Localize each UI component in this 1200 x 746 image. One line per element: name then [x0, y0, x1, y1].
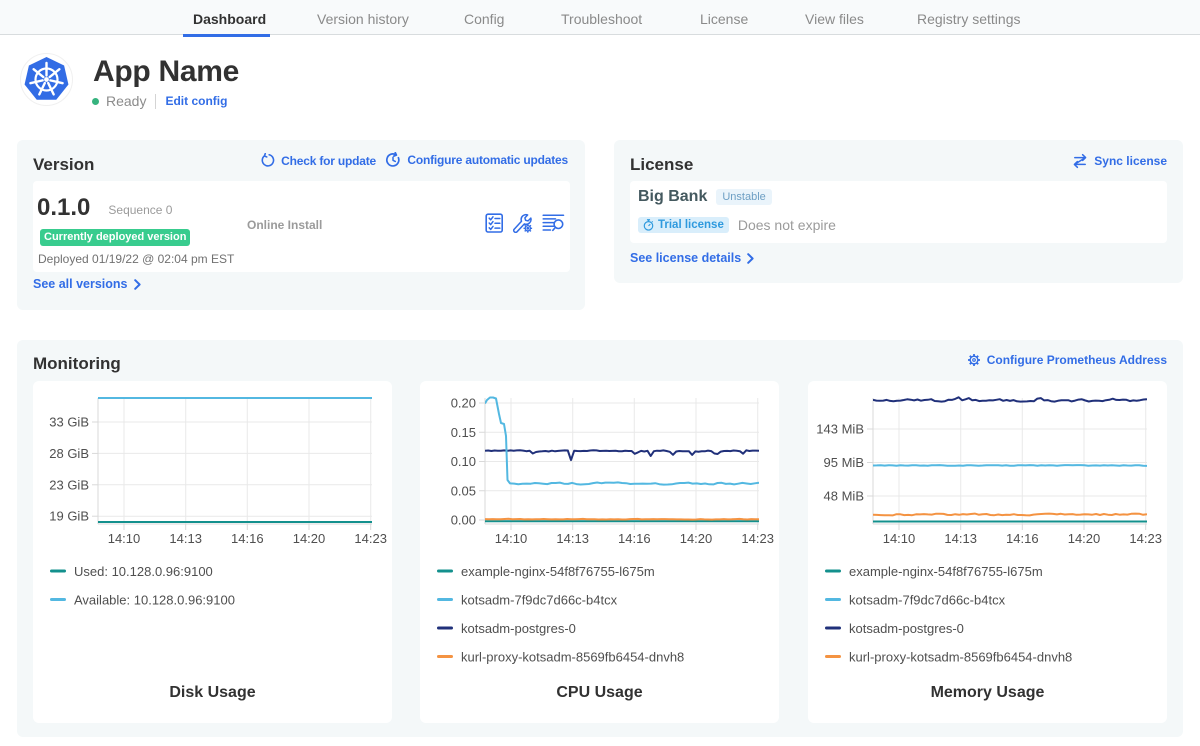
svg-text:23 GiB: 23 GiB [49, 477, 89, 492]
svg-text:48 MiB: 48 MiB [824, 489, 864, 504]
svg-text:19 GiB: 19 GiB [49, 509, 89, 524]
svg-text:0.15: 0.15 [451, 425, 476, 440]
svg-text:kurl-proxy-kotsadm-8569fb6454-: kurl-proxy-kotsadm-8569fb6454-dnvh8 [461, 650, 684, 665]
svg-text:kotsadm-postgres-0: kotsadm-postgres-0 [461, 621, 576, 636]
svg-text:kotsadm-postgres-0: kotsadm-postgres-0 [849, 621, 964, 636]
svg-text:33 GiB: 33 GiB [49, 415, 89, 430]
svg-text:Available: 10.128.0.96:9100: Available: 10.128.0.96:9100 [74, 593, 235, 608]
svg-text:14:20: 14:20 [1068, 531, 1101, 546]
svg-text:Disk Usage: Disk Usage [169, 684, 255, 701]
svg-text:0.00: 0.00 [451, 513, 476, 528]
svg-text:14:20: 14:20 [680, 531, 713, 546]
svg-text:kurl-proxy-kotsadm-8569fb6454-: kurl-proxy-kotsadm-8569fb6454-dnvh8 [849, 650, 1072, 665]
svg-text:143 MiB: 143 MiB [816, 422, 864, 437]
svg-text:14:23: 14:23 [1129, 531, 1162, 546]
svg-text:kotsadm-7f9dc7d66c-b4tcx: kotsadm-7f9dc7d66c-b4tcx [849, 593, 1006, 608]
svg-text:14:23: 14:23 [354, 531, 387, 546]
svg-text:14:16: 14:16 [231, 531, 264, 546]
svg-text:example-nginx-54f8f76755-l675m: example-nginx-54f8f76755-l675m [461, 564, 655, 579]
svg-text:14:23: 14:23 [741, 531, 774, 546]
svg-text:14:20: 14:20 [293, 531, 326, 546]
svg-text:CPU Usage: CPU Usage [556, 684, 642, 701]
svg-text:14:10: 14:10 [495, 531, 528, 546]
svg-text:14:16: 14:16 [618, 531, 651, 546]
svg-text:14:13: 14:13 [944, 531, 977, 546]
svg-text:0.10: 0.10 [451, 454, 476, 469]
svg-text:14:16: 14:16 [1006, 531, 1039, 546]
svg-text:kotsadm-7f9dc7d66c-b4tcx: kotsadm-7f9dc7d66c-b4tcx [461, 593, 618, 608]
svg-text:14:13: 14:13 [169, 531, 202, 546]
svg-text:14:13: 14:13 [556, 531, 589, 546]
svg-text:0.05: 0.05 [451, 483, 476, 498]
svg-text:28 GiB: 28 GiB [49, 446, 89, 461]
svg-text:14:10: 14:10 [108, 531, 141, 546]
svg-text:Used: 10.128.0.96:9100: Used: 10.128.0.96:9100 [74, 564, 213, 579]
svg-text:95 MiB: 95 MiB [824, 455, 864, 470]
svg-text:example-nginx-54f8f76755-l675m: example-nginx-54f8f76755-l675m [849, 564, 1043, 579]
svg-text:14:10: 14:10 [883, 531, 916, 546]
svg-text:0.20: 0.20 [451, 396, 476, 411]
svg-text:Memory Usage: Memory Usage [931, 684, 1045, 701]
